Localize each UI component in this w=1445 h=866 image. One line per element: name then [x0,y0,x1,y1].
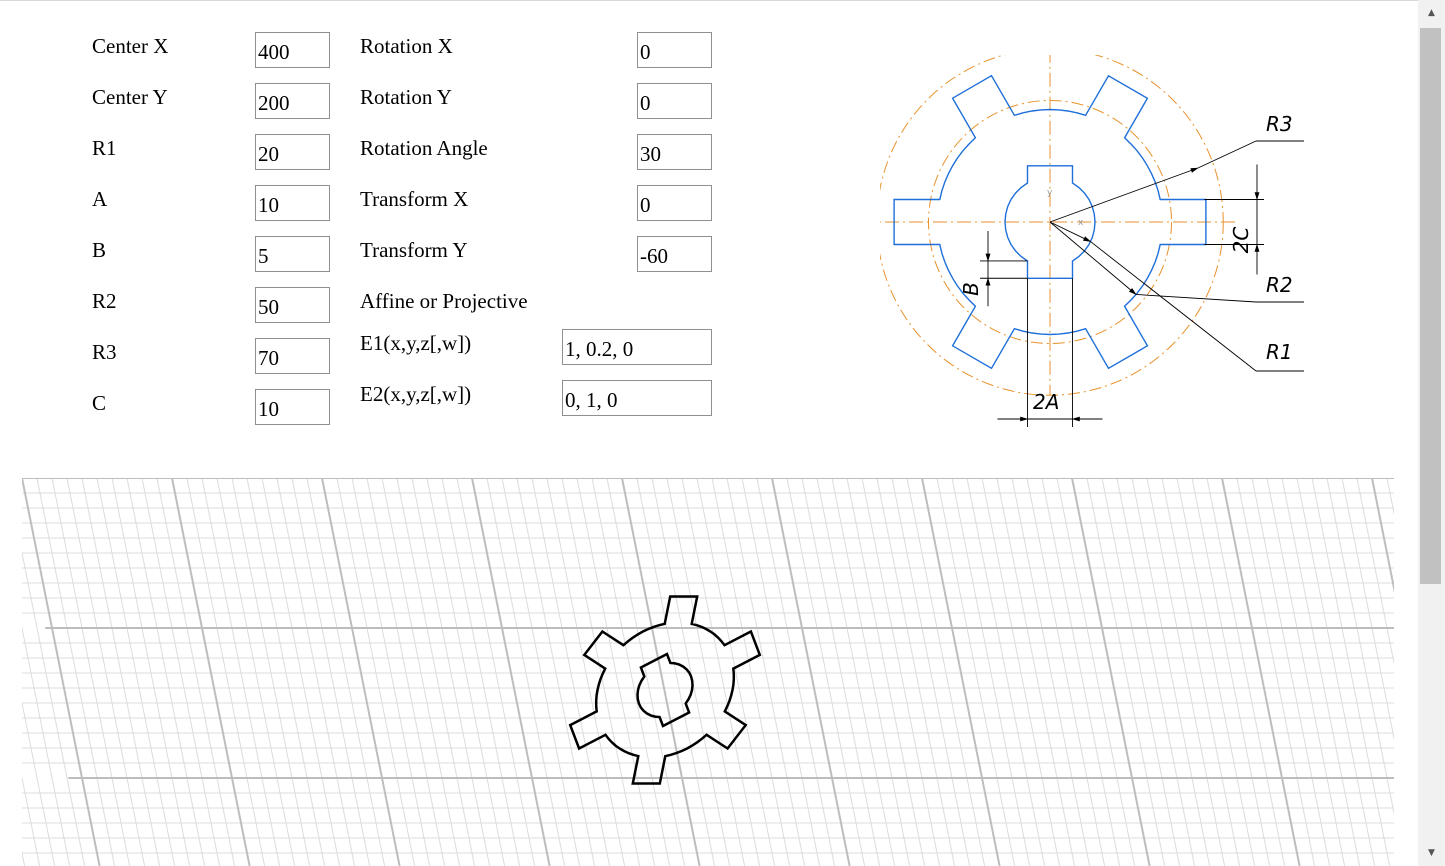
transform-y-label: Transform Y [360,238,468,262]
center-x-input[interactable] [255,32,330,68]
rotation-angle-label: Rotation Angle [360,136,488,160]
rotation-x-label: Rotation X [360,34,453,58]
affine-projective-label: Affine or Projective [360,289,528,313]
e2-label: E2(x,y,z[,w]) [360,382,472,406]
dim-label-2a: 2A [1033,390,1059,414]
c-label: C [92,391,107,415]
dim-label-2c: 2C [1229,227,1253,254]
transform-y-input[interactable] [637,236,712,272]
scrollbar-thumb[interactable] [1420,28,1441,584]
r2-label: R2 [92,289,117,313]
center-y-label: Center Y [92,85,168,109]
rotation-y-input[interactable] [637,83,712,119]
rotation-y-label: Rotation Y [360,85,452,109]
r2-input[interactable] [255,287,330,323]
center-y-input[interactable] [255,83,330,119]
dim-label-r1: R1 [1266,340,1293,364]
r3-input[interactable] [255,338,330,374]
a-input[interactable] [255,185,330,221]
r3-label: R3 [92,340,117,364]
dim-r2-leader [1136,294,1257,303]
rotation-x-input[interactable] [637,32,712,68]
diagram-centerlines [880,55,1239,396]
grid-minor-lines [22,478,1394,866]
diagram-x-axis-label: x [1078,218,1084,228]
scroll-down-icon[interactable]: ▼ [1418,842,1445,864]
top-border [0,0,1418,1]
dim-r3-leader [1197,140,1257,169]
a-label: A [92,187,108,211]
reference-diagram: R3 R2 R1 2A 2C B y x [880,55,1304,427]
vertical-scrollbar[interactable]: ▲ ▼ [1418,0,1445,866]
scroll-up-icon[interactable]: ▲ [1418,2,1445,24]
dim-label-r2: R2 [1266,273,1293,297]
dim-label-b: B [959,282,983,296]
dim-label-r3: R3 [1266,112,1293,136]
transform-x-input[interactable] [637,185,712,221]
c-input[interactable] [255,389,330,425]
dim-r1-leader [1090,241,1257,372]
transform-canvas[interactable] [22,478,1394,866]
e1-input[interactable] [562,329,712,365]
b-input[interactable] [255,236,330,272]
e2-input[interactable] [562,380,712,416]
b-label: B [92,238,107,262]
e1-label: E1(x,y,z[,w]) [360,331,472,355]
rotation-angle-input[interactable] [637,134,712,170]
center-x-label: Center X [92,34,169,58]
diagram-y-axis-label: y [1047,188,1053,198]
r1-input[interactable] [255,134,330,170]
r1-label: R1 [92,136,117,160]
diagram-dimension-lines [980,140,1304,427]
transform-x-label: Transform X [360,187,469,211]
